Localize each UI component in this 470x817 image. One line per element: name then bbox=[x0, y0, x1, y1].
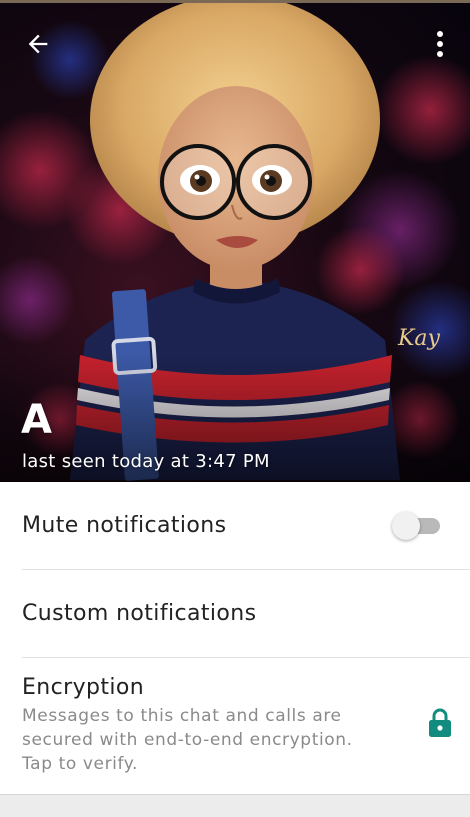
encryption-row[interactable]: Encryption Messages to this chat and cal… bbox=[22, 658, 470, 794]
arrow-left-icon bbox=[28, 34, 48, 54]
more-vertical-icon bbox=[437, 31, 443, 57]
last-seen-status: last seen today at 3:47 PM bbox=[22, 451, 270, 472]
profile-photo-header[interactable]: Kay A last seen today at 3:47 PM bbox=[0, 0, 470, 482]
lock-button[interactable] bbox=[428, 708, 452, 738]
mute-notifications-label: Mute notifications bbox=[22, 513, 227, 538]
lock-icon bbox=[429, 708, 451, 737]
mute-notifications-row[interactable]: Mute notifications bbox=[22, 482, 470, 570]
contact-name: A bbox=[21, 397, 52, 443]
chat-settings-card: Mute notifications Custom notifications … bbox=[0, 482, 470, 795]
mute-notifications-toggle[interactable] bbox=[392, 512, 442, 540]
top-border bbox=[0, 0, 470, 3]
custom-notifications-row[interactable]: Custom notifications bbox=[22, 570, 470, 658]
encryption-title: Encryption bbox=[22, 675, 145, 700]
toggle-thumb bbox=[392, 512, 420, 540]
back-button[interactable] bbox=[18, 26, 58, 62]
more-options-button[interactable] bbox=[422, 26, 458, 62]
artist-signature: Kay bbox=[397, 326, 441, 351]
encryption-description: Messages to this chat and calls are secu… bbox=[22, 706, 353, 774]
custom-notifications-label: Custom notifications bbox=[22, 601, 257, 626]
encryption-text: Encryption Messages to this chat and cal… bbox=[22, 658, 382, 776]
